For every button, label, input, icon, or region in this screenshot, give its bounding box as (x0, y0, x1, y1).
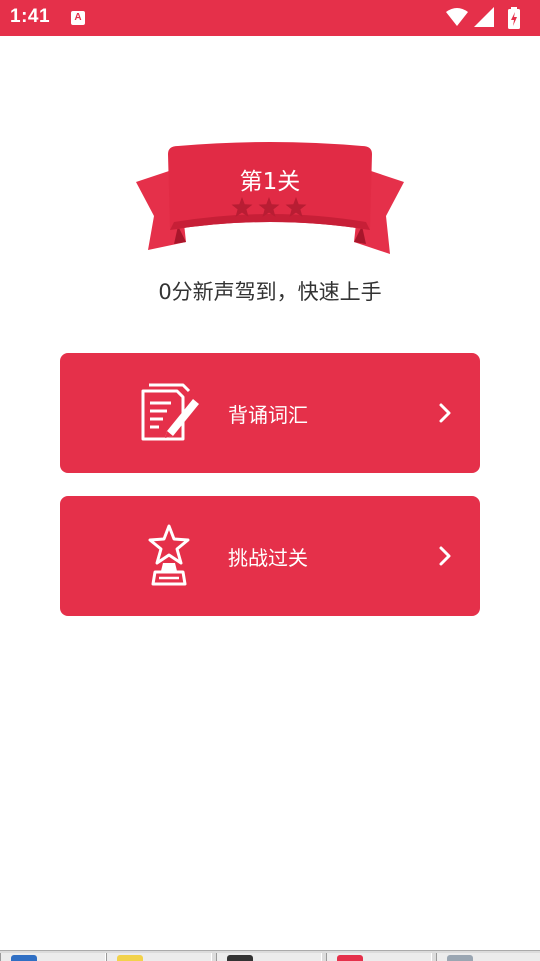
battery-charging-icon (508, 7, 520, 29)
taskbar-app-icon (337, 955, 363, 961)
level-ribbon-badge: 第1关 (134, 140, 406, 258)
taskbar-app-icon (447, 955, 473, 961)
notification-app-icon: A (71, 11, 85, 25)
notepad-pen-icon (141, 383, 199, 441)
wifi-icon (446, 8, 468, 26)
chevron-right-icon (439, 546, 451, 566)
level-subtitle: 0分新声驾到，快速上手 (158, 280, 382, 304)
host-taskbar (0, 950, 540, 961)
trophy-star-icon (148, 524, 190, 586)
cellular-signal-icon (474, 7, 494, 27)
star-icon (258, 197, 280, 217)
star-icon (285, 197, 307, 217)
recite-vocabulary-label: 背诵词汇 (228, 403, 308, 427)
chevron-right-icon (439, 403, 451, 423)
recite-vocabulary-button[interactable]: 背诵词汇 (60, 353, 480, 473)
challenge-level-button[interactable]: 挑战过关 (60, 496, 480, 616)
status-bar: 1:41 A (0, 0, 540, 36)
status-time: 1:41 (10, 6, 51, 27)
taskbar-app-icon (117, 955, 143, 961)
taskbar-app-icon (227, 955, 253, 961)
challenge-level-label: 挑战过关 (228, 546, 308, 570)
star-icon (231, 197, 253, 217)
level-stars (231, 197, 307, 217)
taskbar-app-icon (11, 955, 37, 961)
